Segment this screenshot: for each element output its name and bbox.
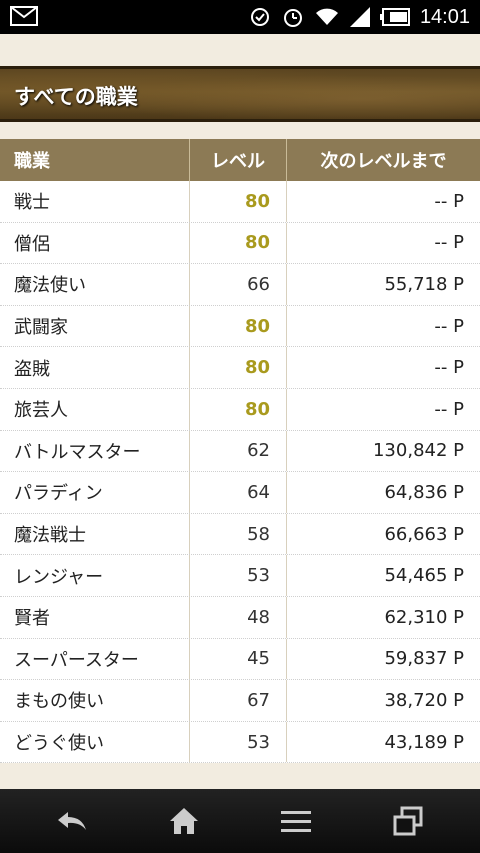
table-row: 魔法使い 66 55,718 P [0,264,480,306]
table-row: 賢者 48 62,310 P [0,596,480,639]
job-level: 67 [190,680,287,721]
home-icon [170,808,198,834]
table-row: 魔法戦士 58 66,663 P [0,513,480,556]
points-to-next-level: 64,836 P [384,481,464,503]
battery-icon [379,8,410,26]
header-next-level: 次のレベルまで [320,151,447,172]
header-job: 職業 [0,139,190,181]
points-to-next-level: 43,189 P [384,731,464,753]
points-to-next-level: 55,718 P [384,273,464,295]
job-name: 僧侶 [0,222,190,264]
points-to-next-level: 62,310 P [384,606,464,628]
table-row: 旅芸人 80 -- P [0,388,480,431]
job-name: どうぐ使い [0,721,190,763]
signal-icon [349,7,370,27]
table-row: パラディン 64 64,836 P [0,472,480,514]
home-button[interactable] [164,803,204,839]
job-level: 45 [190,638,287,680]
menu-icon [281,811,311,832]
points-to-next-level: 38,720 P [384,689,464,711]
back-button[interactable] [52,803,92,839]
recent-apps-icon [393,806,423,836]
job-level: 80 [190,347,287,388]
points-to-next-level: -- P [434,232,464,254]
table-row: スーパースター 45 59,837 P [0,638,480,681]
table-row: どうぐ使い 53 43,189 P [0,721,480,764]
job-name: 魔法戦士 [0,513,190,555]
job-name: 盗賊 [0,347,190,388]
job-level: 53 [190,721,287,763]
table-header: 職業 レベル 次のレベルまで [0,139,480,181]
job-name: レンジャー [0,555,190,596]
wifi-icon [315,8,338,25]
job-level: 80 [190,388,287,430]
job-level: 48 [190,596,287,638]
header-level: レベル [190,139,287,181]
job-name: 武闘家 [0,305,190,347]
points-to-next-level: 59,837 P [384,648,464,670]
table-row: バトルマスター 62 130,842 P [0,430,480,473]
points-to-next-level: -- P [434,315,464,337]
job-level: 53 [190,555,287,596]
points-to-next-level: -- P [434,357,464,379]
mail-icon [10,6,38,26]
points-to-next-level: -- P [434,190,464,212]
job-level: 80 [190,181,287,222]
job-level: 58 [190,513,287,555]
job-name: バトルマスター [0,430,190,472]
table-body: 戦士 80 -- P 僧侶 80 -- P 魔法使い 66 55,718 P 武闘家 80 -- P盗… [0,181,480,764]
job-name: まもの使い [0,680,190,721]
job-level: 66 [190,264,287,305]
job-name: 旅芸人 [0,388,190,430]
job-level: 80 [190,222,287,264]
back-icon [58,812,86,830]
points-to-next-level: -- P [434,398,464,420]
job-table: 職業 レベル 次のレベルまで 戦士 80 -- P 僧侶 80 -- P 魔法使い 66 55,… [0,139,480,764]
job-name: 戦士 [0,181,190,222]
job-level: 64 [190,472,287,513]
points-to-next-level: 54,465 P [384,565,464,587]
sync-icon [250,8,269,26]
job-level: 62 [190,430,287,472]
job-name: パラディン [0,472,190,513]
menu-button[interactable] [276,803,316,839]
points-to-next-level: 66,663 P [384,523,464,545]
job-level: 80 [190,305,287,347]
table-row: 戦士 80 -- P [0,181,480,223]
table-row: 僧侶 80 -- P [0,222,480,265]
table-row: まもの使い 67 38,720 P [0,680,480,722]
job-name: スーパースター [0,638,190,680]
job-name: 賢者 [0,596,190,638]
navigation-bar [0,789,480,853]
status-bar: 14:01 [0,0,480,34]
clock: 14:01 [419,5,470,28]
table-row: レンジャー 53 54,465 P [0,555,480,597]
page-title: すべての職業 [14,85,138,109]
job-name: 魔法使い [0,264,190,305]
section-banner: すべての職業 [0,66,480,122]
points-to-next-level: 130,842 P [372,440,464,462]
table-row: 盗賊 80 -- P [0,347,480,389]
recent-apps-button[interactable] [388,803,428,839]
alarm-icon [283,9,302,27]
table-row: 武闘家 80 -- P [0,305,480,348]
